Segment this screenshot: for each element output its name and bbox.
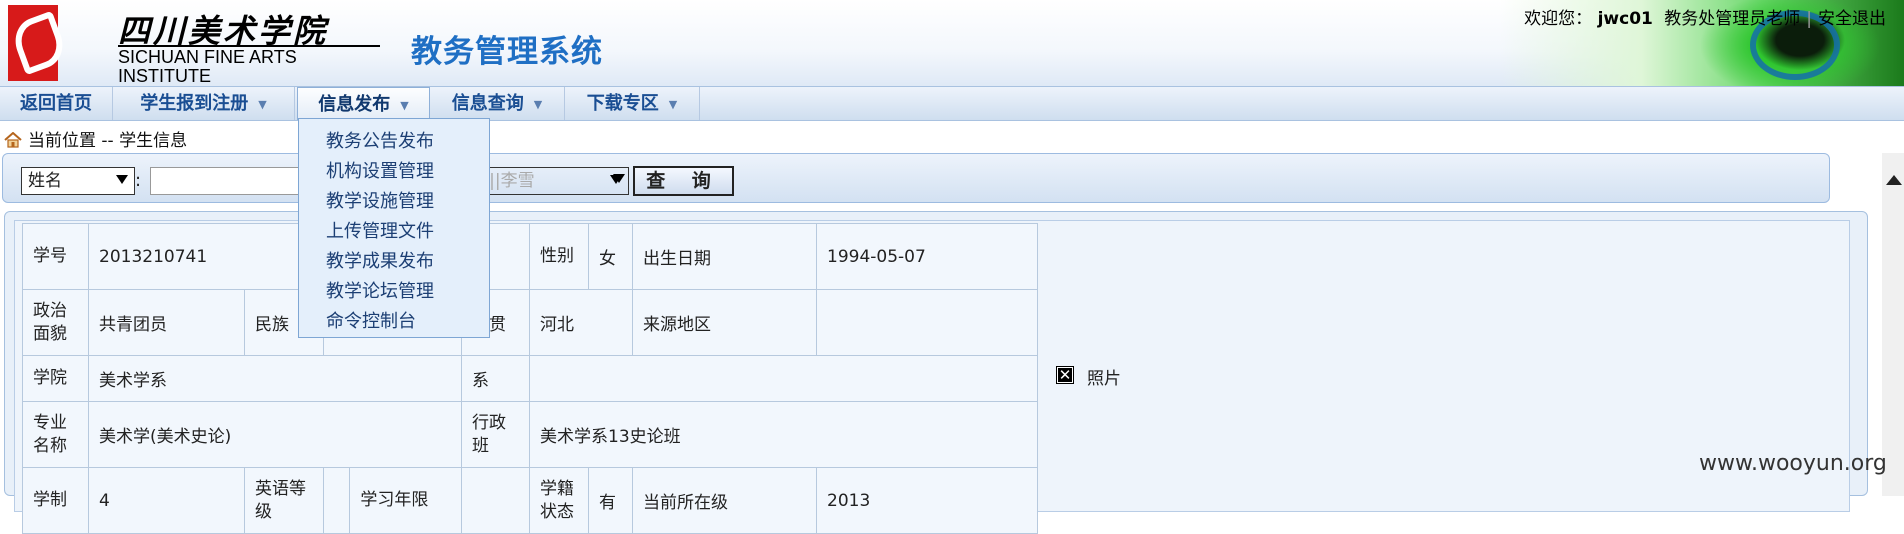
welcome-bar: 欢迎您： jwc01 教务处管理员老师 | 安全退出 [1524, 4, 1886, 29]
institute-logo-icon [8, 5, 70, 81]
chevron-down-icon: ▼ [400, 98, 409, 112]
chevron-down-icon: ▼ [258, 97, 267, 111]
value-college: 美术学系 [88, 355, 462, 402]
menu-item-upload-files[interactable]: 上传管理文件 [299, 217, 489, 247]
nav-info-publish-label: 信息发布 [318, 94, 391, 115]
photo-label: 照片 [1087, 369, 1121, 389]
main-nav: 返回首页 学生报到注册 ▼ 信息发布 ▼ 信息查询 ▼ 下载专区 ▼ [0, 86, 1904, 121]
nav-downloads-label: 下载专区 [586, 93, 659, 114]
label-college: 学院 [22, 355, 89, 402]
nav-home-label: 返回首页 [20, 93, 92, 114]
student-info-table: 学号 2013210741 性别 女 出生日期 1994-05-07 政治面貌 … [22, 223, 1038, 534]
query-button[interactable]: 查 询 [633, 166, 734, 196]
watermark: www.wooyun.org [1699, 451, 1887, 476]
home-icon [4, 132, 22, 148]
value-program-length: 4 [88, 467, 245, 534]
page-header: 四川美术学院 SICHUAN FINE ARTS INSTITUTE 教务管理系… [0, 0, 1904, 86]
menu-item-forum[interactable]: 教学论坛管理 [299, 277, 489, 307]
value-current-grade: 2013 [816, 467, 1038, 534]
label-birth-date: 出生日期 [632, 223, 817, 290]
nav-info-query[interactable]: 信息查询 ▼ [430, 87, 565, 120]
breadcrumb: 当前位置 -- 学生信息 [4, 129, 187, 153]
label-major: 专业名称 [22, 401, 89, 468]
value-class: 美术学系13史论班 [529, 401, 1038, 468]
logout-link[interactable]: 安全退出 [1818, 9, 1886, 29]
label-class: 行政班 [461, 401, 530, 468]
nav-info-publish[interactable]: 信息发布 ▼ [297, 87, 430, 120]
value-source-region [816, 289, 1038, 356]
value-native-place: 河北 [529, 289, 633, 356]
welcome-label: 欢迎您： [1524, 9, 1593, 29]
broken-image-icon [1056, 366, 1074, 384]
label-english-level: 英语等级 [244, 467, 324, 534]
nav-downloads[interactable]: 下载专区 ▼ [565, 87, 700, 120]
label-gender: 性别 [529, 223, 589, 290]
value-gender: 女 [588, 223, 633, 290]
user-name: jwc01 [1597, 9, 1653, 29]
search-input[interactable] [150, 167, 310, 195]
welcome-separator: | [1806, 9, 1812, 29]
table-row: 专业名称 美术学(美术史论) 行政班 美术学系13史论班 [22, 401, 1038, 468]
value-english-level [322, 467, 351, 534]
table-row: 学院 美术学系 系 [22, 355, 1038, 402]
label-current-grade: 当前所在级 [632, 467, 817, 534]
user-role: 教务处管理员老师 [1664, 9, 1801, 29]
menu-item-announcement[interactable]: 教务公告发布 [299, 127, 489, 157]
value-major: 美术学(美术史论) [88, 401, 462, 468]
label-source-region: 来源地区 [632, 289, 817, 356]
nav-student-registration-label: 学生报到注册 [140, 93, 249, 114]
table-row: 学制 4 英语等级 学习年限 学籍状态 有 当前所在级 2013 [22, 467, 1038, 534]
chevron-down-icon: ▼ [533, 97, 543, 111]
scroll-up-icon[interactable] [1886, 175, 1902, 185]
search-colon: : [135, 170, 142, 191]
label-enrollment-status: 学籍状态 [529, 467, 589, 534]
menu-item-organization[interactable]: 机构设置管理 [299, 157, 489, 187]
label-department: 系 [461, 355, 530, 402]
breadcrumb-text: 当前位置 -- 学生信息 [28, 131, 188, 151]
label-study-years: 学习年限 [349, 467, 462, 534]
info-publish-menu: 教务公告发布 机构设置管理 教学设施管理 上传管理文件 教学成果发布 教学论坛管… [298, 118, 490, 338]
search-field-select[interactable]: 姓名 [21, 167, 135, 195]
system-title: 教务管理系统 [411, 34, 603, 70]
select-arrow-icon [116, 175, 128, 184]
select-arrow-icon [610, 175, 622, 184]
value-enrollment-status: 有 [588, 467, 633, 534]
menu-item-achievements[interactable]: 教学成果发布 [299, 247, 489, 277]
vertical-scrollbar[interactable] [1882, 153, 1904, 496]
table-row: 政治面貌 共青团员 民族 籍贯 河北 来源地区 [22, 289, 1038, 356]
nav-student-registration[interactable]: 学生报到注册 ▼ [113, 87, 295, 120]
value-birth-date: 1994-05-07 [816, 223, 1038, 290]
label-political-status: 政治面貌 [22, 289, 89, 356]
value-department [529, 355, 1038, 402]
value-political-status: 共青团员 [88, 289, 245, 356]
nav-info-query-label: 信息查询 [451, 93, 524, 114]
label-student-id: 学号 [22, 223, 89, 290]
search-bar: 姓名 : 2013210741||李雪 查 询 [2, 153, 1830, 203]
nav-home[interactable]: 返回首页 [0, 87, 113, 120]
label-program-length: 学制 [22, 467, 89, 534]
value-study-years [461, 467, 530, 534]
chevron-down-icon: ▼ [668, 97, 678, 111]
institute-name-en: SICHUAN FINE ARTS INSTITUTE [118, 47, 297, 86]
menu-item-facilities[interactable]: 教学设施管理 [299, 187, 489, 217]
menu-item-command-console[interactable]: 命令控制台 [299, 307, 489, 337]
table-row: 学号 2013210741 性别 女 出生日期 1994-05-07 [22, 223, 1038, 290]
search-field-value: 姓名 [28, 171, 62, 191]
